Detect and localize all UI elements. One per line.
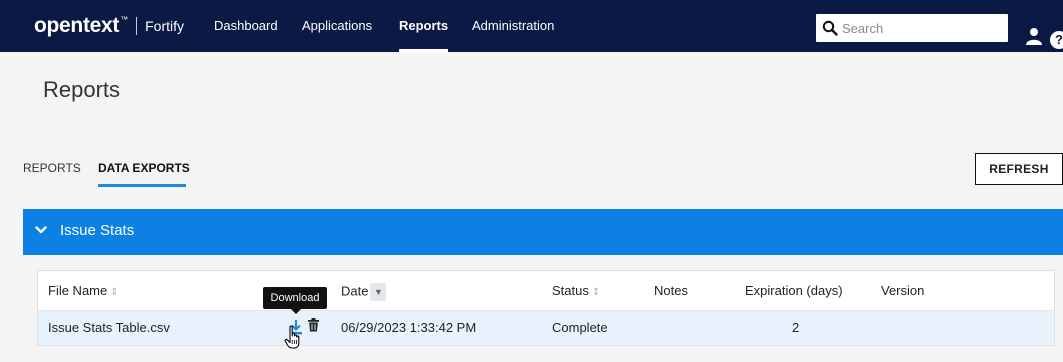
- cell-file-name: Issue Stats Table.csv: [48, 320, 170, 335]
- nav-reports[interactable]: Reports: [399, 0, 449, 53]
- brand-divider: [136, 17, 138, 35]
- column-header-file-name[interactable]: File Name ⇕: [48, 283, 119, 298]
- cell-expiration: 2: [792, 320, 800, 335]
- user-icon[interactable]: [1026, 27, 1042, 45]
- tab-reports[interactable]: REPORTS: [23, 161, 81, 175]
- column-header-notes: Notes: [654, 283, 688, 298]
- nav-active-indicator: [399, 49, 449, 53]
- hand-cursor-icon: [284, 325, 300, 349]
- tab-active-indicator: [98, 184, 186, 187]
- column-label: Status: [552, 283, 589, 298]
- help-icon[interactable]: ?: [1050, 31, 1063, 49]
- column-label: File Name: [48, 283, 108, 298]
- column-header-expiration: Expiration (days): [745, 283, 843, 298]
- column-header-version: Version: [881, 283, 925, 298]
- tab-data-exports[interactable]: DATA EXPORTS: [98, 161, 190, 175]
- sort-icon: ⇕: [591, 287, 601, 298]
- brand-name: opentext: [34, 14, 120, 37]
- chevron-down-icon[interactable]: [35, 224, 47, 236]
- exports-table: File Name ⇕ Date ▼ Status ⇕ Notes Expiratio…: [37, 270, 1055, 346]
- column-label: Date: [341, 283, 369, 299]
- top-nav-bar: opentext ™ Fortify Dashboard Applications…: [0, 0, 1063, 53]
- nav-applications[interactable]: Applications: [302, 0, 372, 52]
- nav-reports-label: Reports: [399, 18, 449, 33]
- trash-icon[interactable]: [308, 318, 319, 332]
- cell-date: 06/29/2023 1:33:42 PM: [341, 320, 477, 335]
- cell-status: Complete: [552, 320, 608, 335]
- download-tooltip: Download: [263, 287, 327, 314]
- panel-title: Issue Stats: [60, 222, 135, 239]
- panel-header-issue-stats[interactable]: [23, 209, 1063, 255]
- column-header-status[interactable]: Status ⇕: [552, 283, 600, 298]
- refresh-button[interactable]: REFRESH: [975, 153, 1063, 185]
- search-box[interactable]: [816, 14, 1008, 42]
- nav-dashboard[interactable]: Dashboard: [214, 0, 278, 52]
- table-header: File Name ⇕ Date ▼ Status ⇕ Notes Expiratio…: [38, 271, 1054, 311]
- sort-icon: ⇕: [110, 287, 119, 298]
- search-input[interactable]: [842, 20, 1002, 36]
- table-row[interactable]: Issue Stats Table.csv 06/29/2023 1:33:42…: [38, 311, 1054, 345]
- brand-trademark: ™: [120, 14, 129, 24]
- nav-administration[interactable]: Administration: [472, 0, 554, 52]
- brand-product: Fortify: [145, 18, 184, 34]
- sort-descending-icon[interactable]: ▼: [370, 283, 387, 301]
- search-icon[interactable]: [822, 20, 838, 36]
- brand-logo[interactable]: opentext ™ Fortify: [34, 14, 184, 38]
- column-header-date[interactable]: Date ▼: [341, 283, 387, 301]
- page-title: Reports: [43, 77, 121, 102]
